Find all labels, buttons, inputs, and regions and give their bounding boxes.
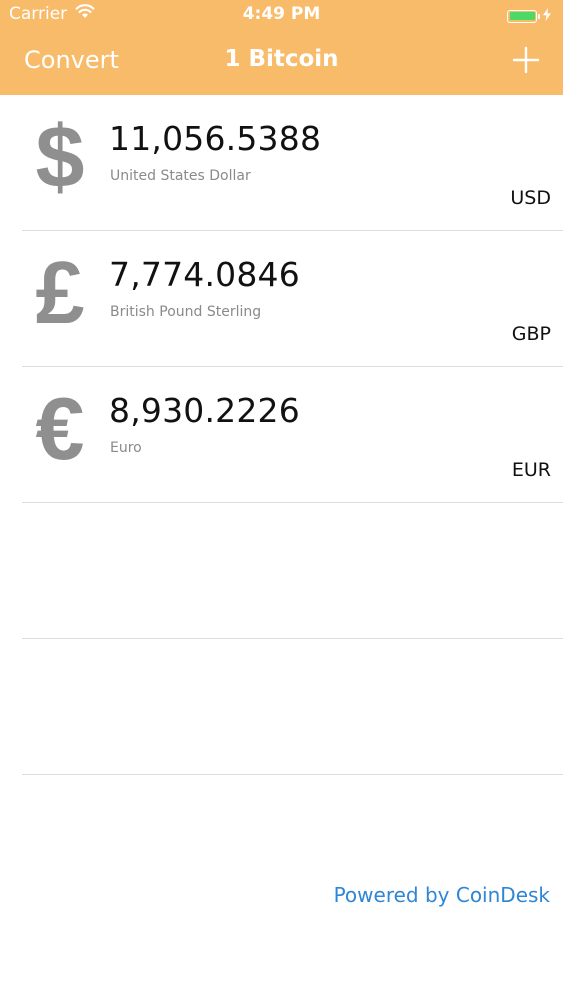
currency-code: EUR — [511, 459, 551, 481]
dollar-icon: $ — [35, 107, 85, 206]
currency-amount: 8,930.2226 — [109, 391, 300, 430]
euro-icon: € — [35, 379, 85, 478]
navigation-bar: Convert 1 Bitcoin — [0, 30, 563, 95]
charging-bolt-icon — [543, 6, 551, 26]
battery-fill — [509, 12, 535, 20]
currency-row-gbp[interactable]: £ 7,774.0846 British Pound Sterling GBP — [22, 231, 563, 367]
convert-button[interactable]: Convert — [24, 46, 119, 74]
currency-name: Euro — [110, 440, 142, 456]
currency-list: $ 11,056.5388 United States Dollar USD £… — [0, 95, 563, 775]
plus-icon — [512, 46, 540, 74]
currency-amount: 7,774.0846 — [109, 255, 300, 294]
currency-row-eur[interactable]: € 8,930.2226 Euro EUR — [22, 367, 563, 503]
empty-row — [22, 639, 563, 775]
status-time: 4:49 PM — [242, 4, 321, 24]
add-currency-button[interactable] — [511, 45, 541, 75]
status-bar: Carrier 4:49 PM — [0, 0, 563, 30]
currency-name: United States Dollar — [110, 168, 251, 184]
currency-row-usd[interactable]: $ 11,056.5388 United States Dollar USD — [22, 95, 563, 231]
battery-indicator — [507, 6, 551, 26]
currency-name: British Pound Sterling — [110, 304, 262, 320]
pound-icon: £ — [35, 243, 85, 342]
currency-code: USD — [510, 187, 551, 209]
battery-icon — [507, 9, 540, 23]
powered-by-coindesk-link[interactable]: Powered by CoinDesk — [334, 883, 550, 907]
currency-amount: 11,056.5388 — [109, 119, 322, 158]
currency-code: GBP — [511, 323, 551, 345]
top-bar: Carrier 4:49 PM Convert 1 Bitcoin — [0, 0, 563, 95]
empty-row — [22, 503, 563, 639]
battery-cap — [538, 13, 540, 19]
